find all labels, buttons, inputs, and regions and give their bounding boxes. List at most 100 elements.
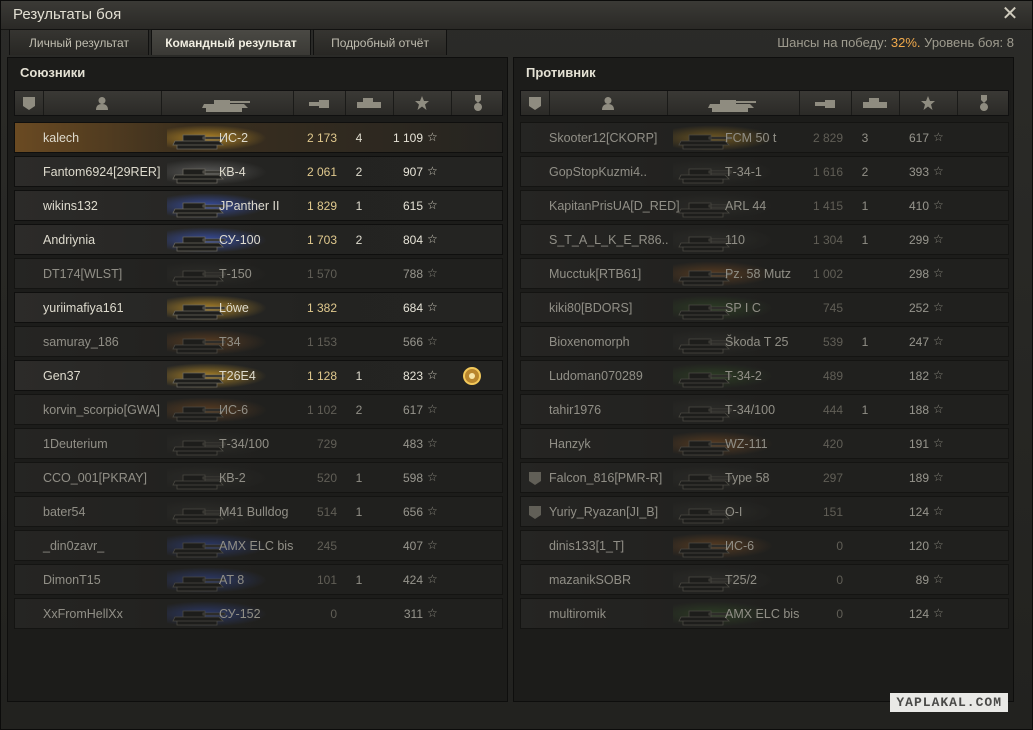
- window-title: Результаты боя: [13, 6, 122, 23]
- enemies-title: Противник: [526, 65, 596, 80]
- player-row[interactable]: 1Deuterium Т-34/100 729 483 ☆: [14, 428, 503, 459]
- star-icon: ☆: [933, 232, 944, 246]
- player-icon: [96, 97, 108, 110]
- damage-value: 520: [316, 471, 337, 485]
- player-row[interactable]: Skooter12[CKORP] FCM 50 t 2 829 3 617 ☆: [520, 122, 1009, 153]
- star-icon: ☆: [427, 504, 438, 518]
- damage-value: 2 829: [812, 131, 843, 145]
- player-name: XxFromHellXx: [43, 607, 123, 621]
- player-row[interactable]: S_T_A_L_K_E_R86.. 110 1 304 1 299 ☆: [520, 224, 1009, 255]
- tank-icon: [167, 397, 267, 423]
- column-header-medal[interactable]: [957, 91, 1011, 115]
- player-name: Gen37: [43, 369, 81, 383]
- star-icon: ☆: [427, 402, 438, 416]
- tab-personal[interactable]: Личный результат: [9, 29, 149, 55]
- tank-name: T25/2: [725, 573, 757, 587]
- allies-title: Союзники: [20, 65, 86, 80]
- clan-badge-icon: [527, 470, 543, 486]
- tank-icon: [708, 100, 756, 112]
- player-row[interactable]: multiromik AMX ELC bis 0 124 ☆: [520, 598, 1009, 629]
- star-icon: [415, 96, 429, 110]
- tank-silhouette: [172, 304, 226, 320]
- experience-value: 566: [402, 335, 423, 349]
- tank-name: ИС-6: [725, 539, 755, 553]
- shield-icon: [529, 97, 541, 110]
- player-row[interactable]: dinis133[1_T] ИС-6 0 120 ☆: [520, 530, 1009, 561]
- column-header-player[interactable]: [549, 91, 668, 115]
- tank-silhouette: [678, 542, 732, 558]
- player-row[interactable]: mazanikSOBR T25/2 0 89 ☆: [520, 564, 1009, 595]
- player-row[interactable]: Andriynia СУ-100 1 703 2 804 ☆: [14, 224, 503, 255]
- tank-name: КВ-2: [219, 471, 246, 485]
- tank-icon: [167, 159, 267, 185]
- tank-name: ИС-2: [219, 131, 249, 145]
- tab-detailed[interactable]: Подробный отчёт: [313, 29, 447, 55]
- experience-value: 1 109: [392, 131, 423, 145]
- experience-value: 182: [908, 369, 929, 383]
- experience-value: 120: [908, 539, 929, 553]
- player-name: DimonT15: [43, 573, 101, 587]
- column-header-star[interactable]: [393, 91, 452, 115]
- star-icon: ☆: [933, 504, 944, 518]
- player-row[interactable]: Falcon_816[PMR-R] Type 58 297 189 ☆: [520, 462, 1009, 493]
- column-header-damage[interactable]: [293, 91, 346, 115]
- player-row[interactable]: KapitanPrisUA[D_RED] ARL 44 1 415 1 410 ☆: [520, 190, 1009, 221]
- kills-value: 2: [355, 165, 363, 179]
- player-row[interactable]: Hanzyk WZ-111 420 191 ☆: [520, 428, 1009, 459]
- column-header-medal[interactable]: [451, 91, 505, 115]
- damage-value: 514: [316, 505, 337, 519]
- close-button[interactable]: ✕: [1000, 3, 1020, 25]
- medal-icon: [461, 365, 483, 387]
- column-header-shield[interactable]: [521, 91, 550, 115]
- kills-value: 1: [861, 233, 869, 247]
- player-row[interactable]: Yuriy_Ryazan[JI_B] O-I 151 124 ☆: [520, 496, 1009, 527]
- experience-value: 483: [402, 437, 423, 451]
- player-row[interactable]: kalech ИС-2 2 173 4 1 109 ☆: [14, 122, 503, 153]
- player-row[interactable]: Ludoman070289 Т-34-2 489 182 ☆: [520, 360, 1009, 391]
- player-row[interactable]: wikins132 JPanther II 1 829 1 615 ☆: [14, 190, 503, 221]
- battle-info: Шансы на победу: 32%. Уровень боя: 8: [777, 35, 1014, 50]
- player-row[interactable]: tahir1976 Т-34/100 444 1 188 ☆: [520, 394, 1009, 425]
- experience-value: 189: [908, 471, 929, 485]
- column-header-player[interactable]: [43, 91, 162, 115]
- column-header-kills[interactable]: [851, 91, 900, 115]
- watermark: YAPLAKAL.COM: [890, 693, 1008, 712]
- star-icon: ☆: [427, 606, 438, 620]
- column-header-kills[interactable]: [345, 91, 394, 115]
- player-name: bater54: [43, 505, 86, 519]
- player-name: Hanzyk: [549, 437, 591, 451]
- player-row[interactable]: Gen37 T26E4 1 128 1 823 ☆: [14, 360, 503, 391]
- player-row[interactable]: DT174[WLST] Т-150 1 570 788 ☆: [14, 258, 503, 289]
- damage-value: 0: [836, 539, 843, 553]
- column-header-damage[interactable]: [799, 91, 852, 115]
- player-row[interactable]: korvin_scorpio[GWA] ИС-6 1 102 2 617 ☆: [14, 394, 503, 425]
- player-row[interactable]: CCO_001[PKRAY] КВ-2 520 1 598 ☆: [14, 462, 503, 493]
- player-row[interactable]: samuray_186 T34 1 153 566 ☆: [14, 326, 503, 357]
- player-row[interactable]: Fantom6924[29RER] КВ-4 2 061 2 907 ☆: [14, 156, 503, 187]
- player-name: korvin_scorpio[GWA]: [43, 403, 160, 417]
- tank-name: Т-34/100: [219, 437, 270, 451]
- column-header-tank[interactable]: [161, 91, 294, 115]
- experience-value: 124: [908, 607, 929, 621]
- player-name: DT174[WLST]: [43, 267, 123, 281]
- tab-team[interactable]: Командный результат: [151, 29, 311, 55]
- player-row[interactable]: GopStopKuzmi4.. Т-34-1 1 616 2 393 ☆: [520, 156, 1009, 187]
- column-header-tank[interactable]: [667, 91, 800, 115]
- player-row[interactable]: XxFromHellXx СУ-152 0 311 ☆: [14, 598, 503, 629]
- player-row[interactable]: yuriimafiya161 Löwe 1 382 684 ☆: [14, 292, 503, 323]
- player-name: samuray_186: [43, 335, 119, 349]
- damage-value: 101: [316, 573, 337, 587]
- column-header-star[interactable]: [899, 91, 958, 115]
- player-row[interactable]: kiki80[BDORS] SP I C 745 252 ☆: [520, 292, 1009, 323]
- player-row[interactable]: _din0zavr_ AMX ELC bis 245 407 ☆: [14, 530, 503, 561]
- column-header-shield[interactable]: [15, 91, 44, 115]
- tank-name: Pz. 58 Mutz: [725, 267, 791, 281]
- title-bar: Результаты боя ✕: [1, 1, 1032, 30]
- tank-name: T34: [219, 335, 241, 349]
- tank-icon: [673, 533, 773, 559]
- player-row[interactable]: Bioxenomorph Škoda T 25 539 1 247 ☆: [520, 326, 1009, 357]
- player-row[interactable]: Mucctuk[RTB61] Pz. 58 Mutz 1 002 298 ☆: [520, 258, 1009, 289]
- experience-value: 410: [908, 199, 929, 213]
- player-row[interactable]: DimonT15 AT 8 101 1 424 ☆: [14, 564, 503, 595]
- player-row[interactable]: bater54 M41 Bulldog 514 1 656 ☆: [14, 496, 503, 527]
